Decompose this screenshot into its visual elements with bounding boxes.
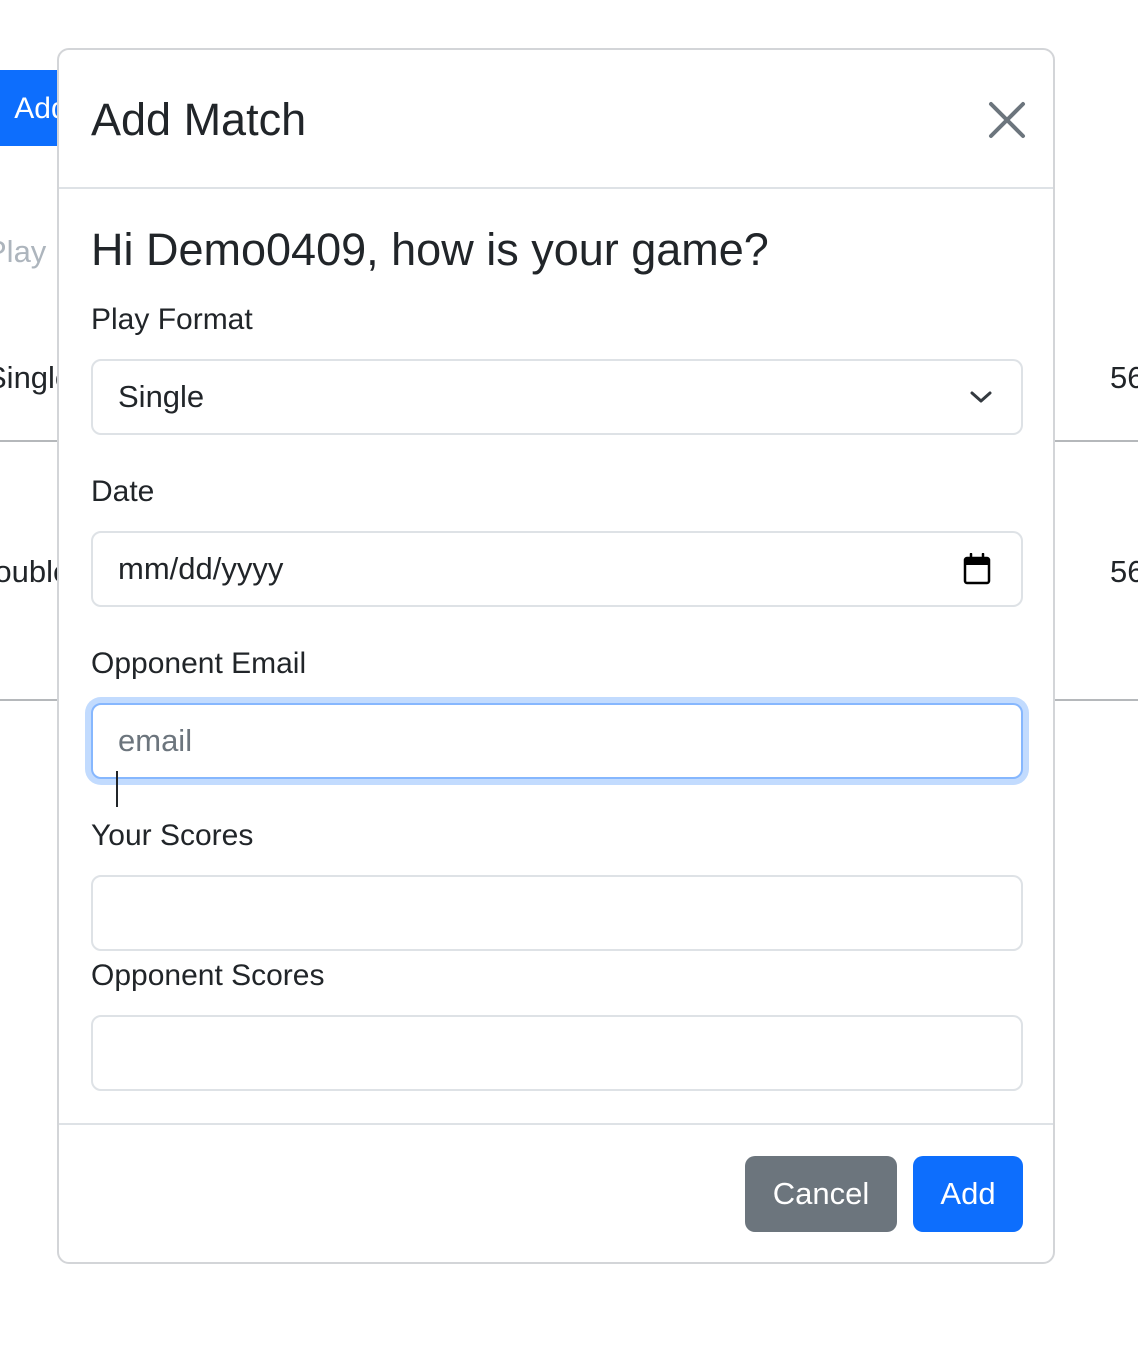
date-label: Date (91, 475, 155, 508)
your-scores-label: Your Scores (91, 819, 254, 852)
opponent-email-label: Opponent Email (91, 647, 307, 680)
play-format-select[interactable]: Single (91, 359, 1023, 435)
play-format-label: Play Format (91, 303, 253, 336)
opponent-scores-label: Opponent Scores (91, 959, 325, 992)
close-icon (989, 102, 1025, 138)
modal-header: Add Match (59, 50, 1053, 189)
play-format-selected-value: Single (118, 379, 205, 414)
date-input[interactable]: mm/dd/yyyy (91, 531, 1023, 607)
close-button[interactable] (981, 94, 1033, 146)
cancel-button[interactable]: Cancel (745, 1156, 897, 1232)
background-row-value: 56 (1110, 360, 1138, 395)
text-caret (116, 771, 118, 807)
opponent-email-input[interactable] (91, 703, 1023, 779)
add-match-modal: Add Match Hi Demo0409, how is your game?… (57, 48, 1055, 1264)
calendar-icon[interactable] (963, 553, 991, 585)
your-scores-input[interactable] (91, 875, 1023, 951)
date-placeholder: mm/dd/yyyy (118, 551, 284, 586)
opponent-scores-input[interactable] (91, 1015, 1023, 1091)
background-row-value: 56 (1110, 554, 1138, 589)
chevron-down-icon (970, 391, 992, 403)
add-button[interactable]: Add (913, 1156, 1023, 1232)
greeting-heading: Hi Demo0409, how is your game? (91, 224, 769, 275)
modal-title: Add Match (91, 94, 307, 145)
modal-footer-divider (59, 1123, 1053, 1125)
